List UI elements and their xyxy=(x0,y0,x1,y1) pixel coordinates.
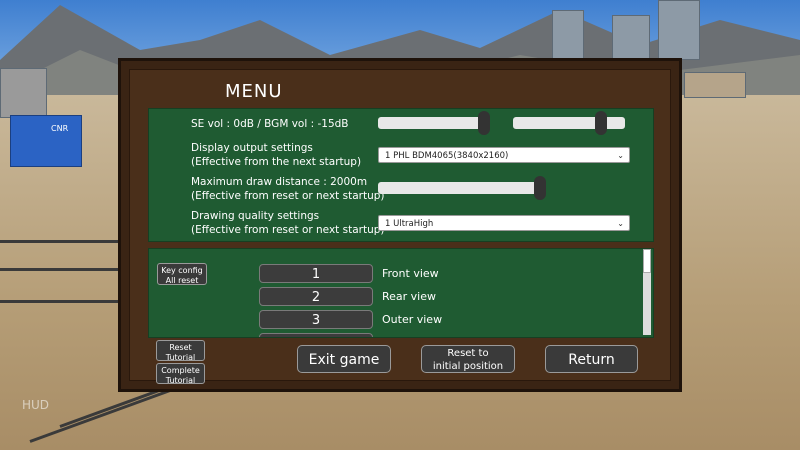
chevron-down-icon: ⌄ xyxy=(617,151,624,160)
quality-value: 1 UltraHigh xyxy=(385,219,434,229)
key-rear-view-label: Rear view xyxy=(382,290,437,303)
se-volume-knob[interactable] xyxy=(478,111,490,135)
return-button[interactable]: Return xyxy=(545,345,638,373)
key-front-view-label: Front view xyxy=(382,267,439,280)
settings-panel: SE vol : 0dB / BGM vol : -15dB Display o… xyxy=(148,108,654,242)
rail-track xyxy=(0,300,130,303)
building xyxy=(684,72,746,98)
bgm-volume-slider[interactable] xyxy=(513,111,625,135)
complete-tutorial-button[interactable]: Complete Tutorial xyxy=(156,363,205,385)
key-front-view-button[interactable]: 1 xyxy=(259,264,373,283)
display-output-select[interactable]: 1 PHL BDM4065(3840x2160) ⌄ xyxy=(378,147,630,163)
keyconfig-scrollbar[interactable] xyxy=(643,249,651,335)
container-label: CNR xyxy=(51,124,69,133)
hud-label: HUD xyxy=(22,398,50,412)
se-volume-slider[interactable] xyxy=(378,111,490,135)
menu-title: MENU xyxy=(225,81,283,102)
reset-position-line1: Reset to xyxy=(447,348,489,359)
display-note: (Effective from the next startup) xyxy=(191,156,362,168)
quality-note: (Effective from reset or next startup) xyxy=(191,224,385,236)
building xyxy=(612,15,650,62)
complete-tutorial-line1: Complete xyxy=(161,366,200,375)
keyconfig-reset-button[interactable]: Key config All reset xyxy=(157,263,207,285)
reset-tutorial-line1: Reset xyxy=(169,343,192,352)
building xyxy=(658,0,700,60)
reset-tutorial-button[interactable]: Reset Tutorial xyxy=(156,340,205,362)
bgm-volume-knob[interactable] xyxy=(595,111,607,135)
rail-track xyxy=(0,268,130,271)
draw-distance-note: (Effective from reset or next startup) xyxy=(191,190,385,202)
draw-distance-label: Maximum draw distance : 2000m xyxy=(191,176,368,188)
keyconfig-panel: Key config All reset 1 Front view 2 Rear… xyxy=(148,248,654,338)
keyconfig-scroll-thumb[interactable] xyxy=(643,249,651,273)
building xyxy=(552,10,584,64)
quality-label: Drawing quality settings xyxy=(191,210,320,222)
reset-tutorial-line2: Tutorial xyxy=(165,353,196,362)
quality-select[interactable]: 1 UltraHigh ⌄ xyxy=(378,215,630,231)
reset-position-line2: initial position xyxy=(432,361,504,372)
reset-position-button[interactable]: Reset to initial position xyxy=(421,345,515,373)
complete-tutorial-line2: Tutorial xyxy=(165,376,196,385)
key-outer-view-label: Outer view xyxy=(382,313,443,326)
building xyxy=(0,68,47,118)
draw-distance-knob[interactable] xyxy=(534,176,546,200)
display-label: Display output settings xyxy=(191,142,313,154)
chevron-down-icon: ⌄ xyxy=(617,219,624,228)
shipping-container: CNR xyxy=(10,115,82,167)
rail-track xyxy=(0,240,130,243)
keyconfig-reset-line1: Key config xyxy=(161,266,203,275)
key-rear-view-button[interactable]: 2 xyxy=(259,287,373,306)
keyconfig-reset-line2: All reset xyxy=(165,276,199,285)
exit-game-button[interactable]: Exit game xyxy=(297,345,391,373)
key-next-button[interactable] xyxy=(259,333,373,337)
display-output-value: 1 PHL BDM4065(3840x2160) xyxy=(385,151,509,161)
key-outer-view-button[interactable]: 3 xyxy=(259,310,373,329)
draw-distance-slider[interactable] xyxy=(378,176,546,200)
volume-label: SE vol : 0dB / BGM vol : -15dB xyxy=(191,118,349,130)
